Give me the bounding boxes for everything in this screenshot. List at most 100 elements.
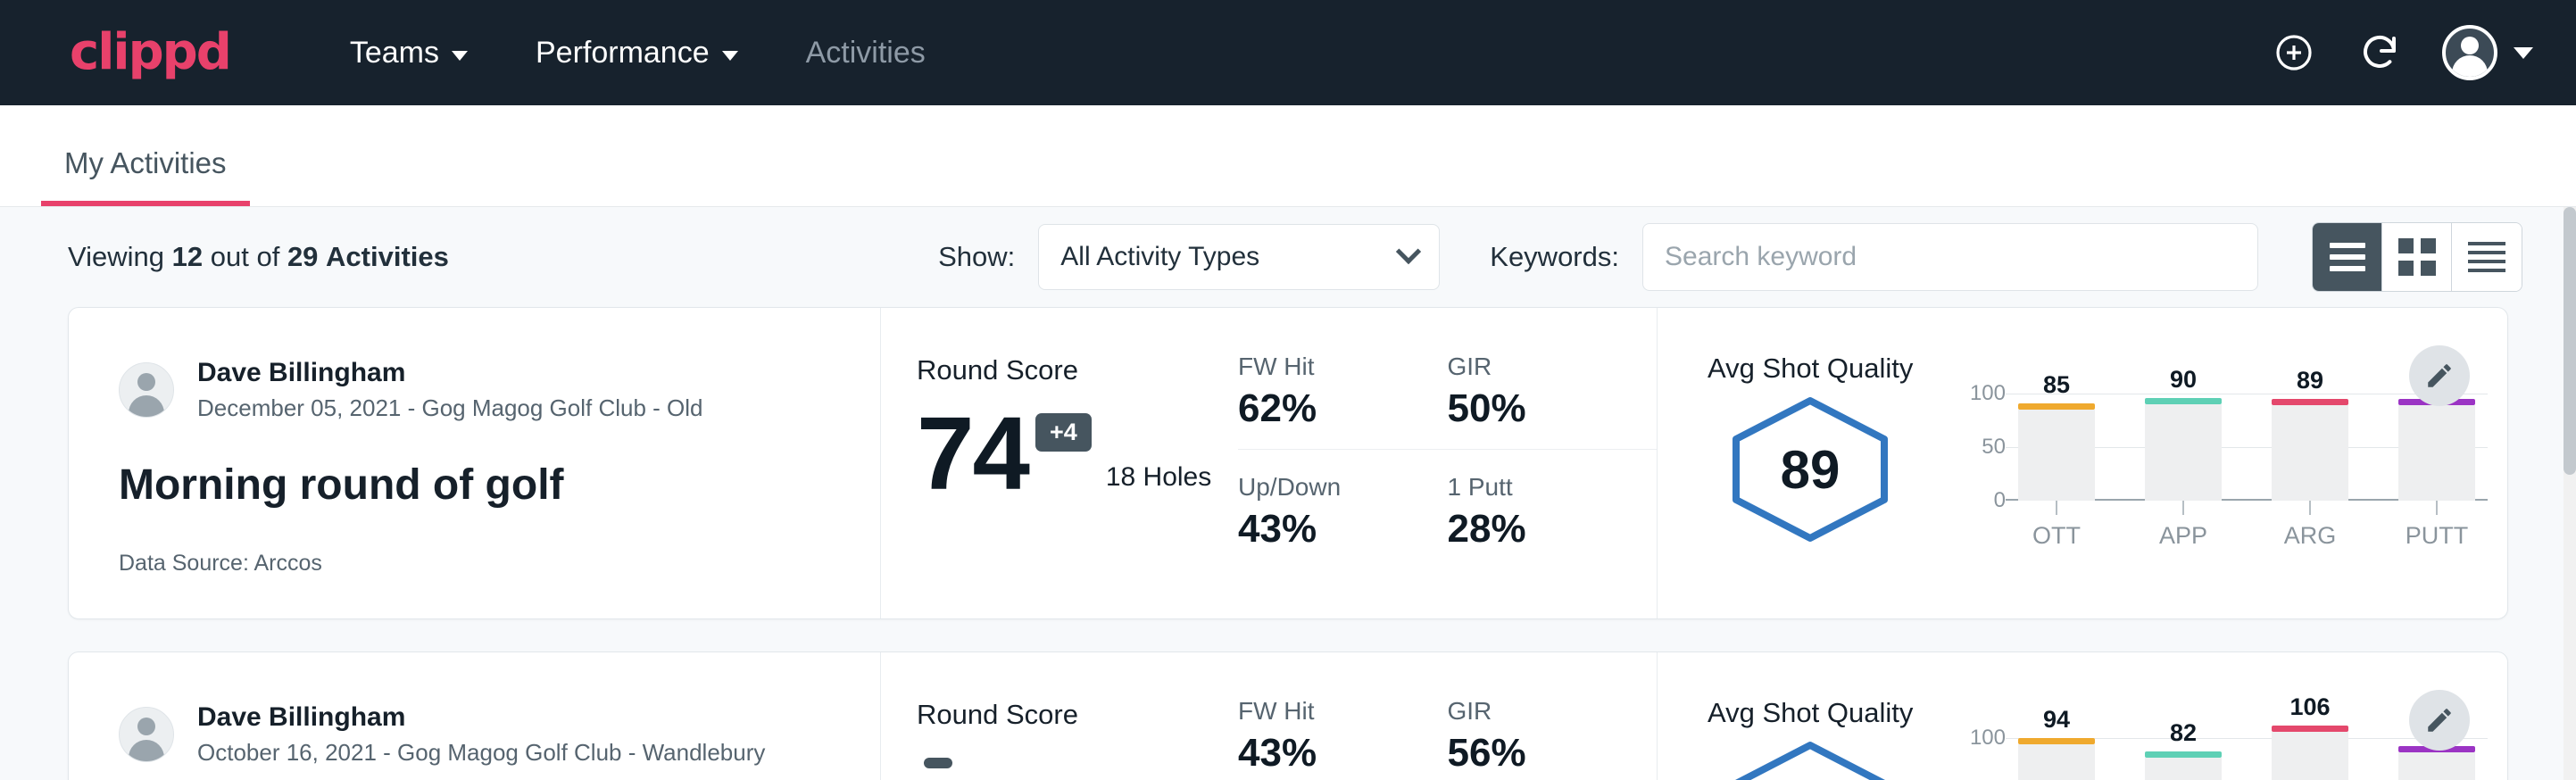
edit-activity-button[interactable] [2409, 345, 2470, 406]
activity-info: Dave Billingham December 05, 2021 - Gog … [69, 308, 881, 618]
bar-value: 89 [2272, 367, 2348, 394]
bar-arg: 89 [2272, 394, 2348, 501]
round-score-label: Round Score [917, 354, 1238, 386]
score-delta-badge [924, 758, 952, 768]
score-delta-badge: +4 [1035, 413, 1092, 452]
bar-value: 85 [2018, 371, 2095, 399]
bar-value: 106 [2272, 693, 2348, 721]
view-mode-compact-button[interactable] [2452, 223, 2522, 291]
keywords-group: Keywords: [1490, 223, 2258, 291]
stat-gir: GIR 50% [1448, 353, 1658, 431]
stats-grid: FW Hit 62% GIR 50% Up/Down 43% 1 Putt 28… [1238, 308, 1658, 618]
stat-gir: GIR 56% [1448, 697, 1658, 776]
round-score-row: 74 +4 18 Holes [917, 406, 1238, 502]
activity-author: Dave Billingham December 05, 2021 - Gog … [119, 356, 880, 423]
avg-shot-quality-label: Avg Shot Quality [1708, 697, 2507, 729]
round-score-section: Round Score 74 +4 18 Holes [881, 308, 1238, 618]
stat-value: 50% [1448, 386, 1625, 431]
activity-info: Dave Billingham October 16, 2021 - Gog M… [69, 652, 881, 780]
nav-item-teams-label: Teams [350, 36, 439, 71]
viewing-count: 12 [172, 241, 203, 272]
vertical-scrollbar[interactable] [2564, 207, 2576, 780]
viewing-count-text: Viewing 12 out of 29 Activities [68, 241, 449, 273]
nav-item-activities-label: Activities [806, 36, 926, 71]
shot-quality-hexagon [1708, 738, 1913, 780]
round-score-value: 74 [917, 406, 1028, 502]
nav-item-teams[interactable]: Teams [316, 36, 502, 71]
view-mode-grid-button[interactable] [2382, 223, 2452, 291]
account-menu[interactable] [2442, 25, 2533, 80]
primary-nav: Teams Performance Activities [316, 36, 960, 71]
activity-title: Morning round of golf [119, 461, 880, 510]
stat-label: FW Hit [1238, 697, 1416, 726]
avg-shot-quality-section: Avg Shot Quality 89 [1658, 308, 2507, 618]
x-label: PUTT [2398, 522, 2475, 550]
plus-circle-icon[interactable] [2271, 29, 2317, 76]
filter-controls: Show: All Activity Types Keywords: [938, 222, 2522, 292]
y-tick: 100 [1970, 381, 2006, 406]
activity-card[interactable]: Dave Billingham December 05, 2021 - Gog … [68, 307, 2508, 619]
clippd-logo[interactable]: clippd [70, 28, 230, 78]
stat-label: GIR [1448, 697, 1625, 726]
viewing-mid: out of [211, 241, 280, 272]
bar-value: 94 [2018, 706, 2095, 734]
tab-my-activities[interactable]: My Activities [41, 148, 250, 206]
x-label: OTT [2018, 522, 2095, 550]
viewing-total: 29 [287, 241, 318, 272]
chevron-down-icon [722, 51, 738, 61]
chart-plot-area: 85 90 [2006, 394, 2488, 501]
chevron-down-icon [1396, 239, 1421, 264]
chevron-down-icon [452, 51, 468, 61]
bar-app: 82 [2145, 738, 2222, 780]
activity-meta: December 05, 2021 - Gog Magog Golf Club … [197, 394, 703, 424]
activity-card[interactable]: Dave Billingham October 16, 2021 - Gog M… [68, 651, 2508, 780]
avatar [2442, 25, 2497, 80]
stat-fw-hit: FW Hit 43% [1238, 697, 1448, 776]
stat-value: 56% [1448, 731, 1625, 776]
bar-ott: 94 [2018, 738, 2095, 780]
chart-y-axis: 100 50 0 [1949, 738, 2006, 780]
stat-value: 62% [1238, 386, 1416, 431]
scrollbar-thumb[interactable] [2564, 207, 2576, 475]
shot-quality-value: 89 [1727, 394, 1893, 545]
round-score-section: Round Score [881, 652, 1238, 780]
avatar [119, 362, 174, 418]
search-input[interactable] [1642, 223, 2258, 291]
x-label: APP [2145, 522, 2222, 550]
keywords-label: Keywords: [1490, 241, 1619, 273]
activity-author: Dave Billingham October 16, 2021 - Gog M… [119, 701, 880, 768]
bar-value: 90 [2145, 366, 2222, 394]
stat-label: Up/Down [1238, 473, 1416, 502]
avg-shot-quality-body: 100 50 0 [1708, 738, 2507, 780]
nav-item-activities[interactable]: Activities [772, 36, 960, 71]
nav-item-performance[interactable]: Performance [502, 36, 772, 71]
avg-shot-quality-body: 89 100 50 0 [1708, 394, 2507, 550]
refresh-icon[interactable] [2356, 29, 2403, 76]
bar-value: 82 [2145, 719, 2222, 747]
stats-grid: FW Hit 43% GIR 56% Up/Down 1 Putt [1238, 652, 1658, 780]
navbar-actions [2271, 25, 2533, 80]
view-mode-list-button[interactable] [2313, 223, 2382, 291]
shot-quality-bar-chart: 100 50 0 [1949, 738, 2488, 780]
chart-plot-area: 94 82 [2006, 738, 2488, 780]
show-label: Show: [938, 241, 1015, 273]
stat-up-down: Up/Down 43% [1238, 449, 1448, 552]
grid-view-icon [2398, 238, 2436, 276]
viewing-suffix: Activities [326, 241, 449, 272]
stat-value: 43% [1238, 731, 1416, 776]
pencil-icon [2424, 361, 2455, 391]
chart-bars: 85 90 [2006, 394, 2488, 501]
page-body: Viewing 12 out of 29 Activities Show: Al… [0, 207, 2576, 780]
stat-1-putt: 1 Putt 28% [1448, 449, 1658, 552]
shot-quality-bar-chart: 100 50 0 [1949, 394, 2488, 550]
activity-type-select[interactable]: All Activity Types [1038, 224, 1440, 290]
avg-shot-quality-section: Avg Shot Quality [1658, 652, 2507, 780]
player-name: Dave Billingham [197, 701, 765, 734]
data-source: Data Source: Arccos [119, 551, 880, 577]
round-score-label: Round Score [917, 699, 1238, 731]
stat-label: FW Hit [1238, 353, 1416, 381]
chart-x-labels: OTT APP ARG PUTT [2006, 522, 2488, 550]
shot-quality-hexagon: 89 [1708, 394, 1913, 545]
compact-list-view-icon [2468, 242, 2505, 272]
edit-activity-button[interactable] [2409, 690, 2470, 751]
